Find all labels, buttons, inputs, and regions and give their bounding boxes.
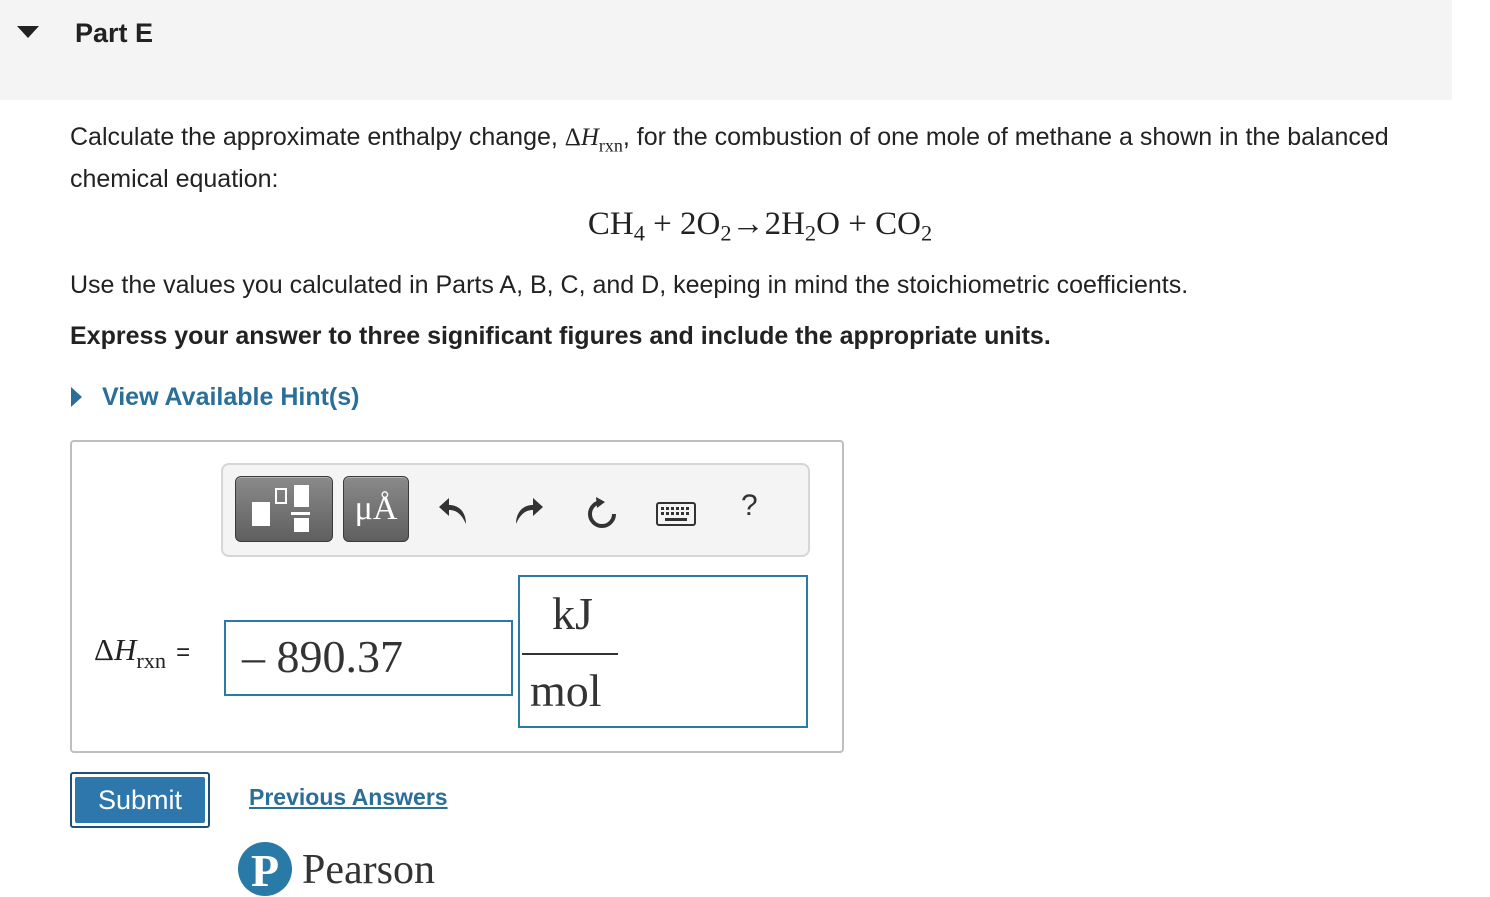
eq-h2o-o: O (816, 206, 840, 242)
redo-icon (516, 498, 543, 524)
undo-button[interactable] (436, 493, 470, 527)
eq-ch: CH (587, 206, 634, 242)
instruction-text: Use the values you calculated in Parts A… (70, 271, 1189, 299)
eq-arrow: → (731, 206, 765, 242)
reset-icon (588, 497, 616, 528)
equals-sign: = (176, 639, 191, 666)
enthalpy-symbol: H (580, 124, 599, 151)
eq-o2-sub: 2 (720, 220, 732, 246)
eq-co2: + CO (839, 206, 921, 242)
pearson-wordmark: Pearson (302, 847, 435, 893)
eq-h2o-h: 2H (764, 206, 805, 242)
previous-answers-link[interactable]: Previous Answers (249, 784, 448, 811)
templates-button[interactable] (235, 476, 333, 542)
reset-button[interactable] (584, 495, 620, 531)
expand-triangle-icon[interactable] (71, 387, 82, 407)
answer-units-input[interactable]: kJ mol (518, 575, 808, 728)
fraction-bar (522, 653, 618, 655)
answer-h: H (113, 632, 137, 667)
units-button[interactable]: μÅ (343, 476, 409, 542)
keyboard-icon (656, 502, 696, 526)
eq-o2: + 2O (644, 206, 721, 242)
answer-value-input[interactable]: – 890.37 (224, 620, 513, 696)
unit-denominator: mol (530, 665, 602, 716)
unit-numerator: kJ (552, 588, 593, 639)
view-hints-link[interactable]: View Available Hint(s) (102, 383, 359, 412)
keyboard-button[interactable] (656, 502, 696, 526)
submit-button[interactable]: Submit (75, 777, 205, 823)
eq-h2o-sub: 2 (804, 220, 817, 246)
delta-symbol: Δ (564, 124, 581, 151)
redo-button[interactable] (512, 493, 546, 527)
express-answer-text: Express your answer to three significant… (70, 322, 1051, 350)
units-icon: μÅ (354, 490, 398, 527)
question-text-start: Calculate the approximate enthalpy chang… (70, 123, 565, 151)
eq-ch-sub: 4 (633, 220, 645, 246)
part-header (0, 0, 1452, 100)
part-title: Part E (75, 18, 154, 48)
undo-icon (439, 498, 466, 524)
enthalpy-subscript: rxn (598, 135, 623, 156)
answer-value: – 890.37 (242, 631, 403, 682)
eq-co2-sub: 2 (920, 220, 933, 246)
chemical-equation: CH4 + 2O2→2H2O + CO2 (0, 206, 1490, 247)
answer-subscript: rxn (136, 647, 167, 673)
answer-label: ΔHrxn = (94, 632, 190, 674)
collapse-triangle-icon[interactable] (17, 26, 39, 38)
submit-focus-ring: Submit (70, 772, 210, 828)
templates-icon (252, 485, 310, 532)
pearson-logo-icon: P (238, 842, 292, 896)
question-text: Calculate the approximate enthalpy chang… (70, 120, 1400, 196)
help-icon[interactable]: ? (741, 489, 758, 523)
answer-delta: Δ (94, 632, 114, 667)
pearson-logo-letter: P (250, 845, 280, 896)
